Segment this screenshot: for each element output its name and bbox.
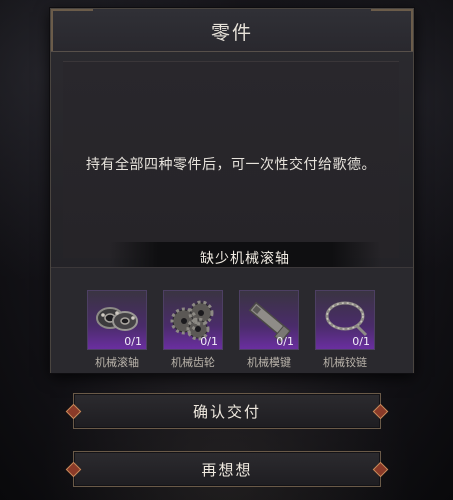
description-panel: 持有全部四种零件后，可一次性交付给歌德。 缺少机械滚轴 (63, 61, 399, 272)
confirm-delivery-label: 确认交付 (192, 403, 261, 421)
parts-panel: 0/1 机械滚轴 0/1 机械齿轮 0/1 机械模键 0/1 机械铰链 (51, 267, 413, 373)
part-label: 机械铰链 (323, 356, 367, 369)
part-label: 机械齿轮 (171, 356, 215, 369)
confirm-delivery-button[interactable]: 确认交付 (65, 393, 389, 429)
part-slot[interactable]: 0/1 (239, 290, 299, 350)
part-count: 0/1 (124, 335, 142, 348)
description-text: 持有全部四种零件后，可一次性交付给歌德。 (86, 157, 376, 173)
part-item-chain[interactable]: 0/1 机械铰链 (315, 290, 375, 370)
parts-list: 0/1 机械滚轴 0/1 机械齿轮 0/1 机械模键 0/1 机械铰链 (87, 290, 375, 370)
rethink-label: 再想想 (201, 461, 253, 479)
part-label: 机械模键 (247, 356, 291, 369)
parts-dialog: 零件 持有全部四种零件后，可一次性交付给歌德。 缺少机械滚轴 0/1 机械滚轴 … (50, 8, 414, 373)
part-count: 0/1 (200, 335, 218, 348)
part-item-gear[interactable]: 0/1 机械齿轮 (163, 290, 223, 370)
part-slot[interactable]: 0/1 (87, 290, 147, 350)
part-count: 0/1 (276, 335, 294, 348)
dialog-title: 零件 (210, 22, 253, 44)
rethink-button[interactable]: 再想想 (65, 451, 389, 487)
dialog-title-bar: 零件 (51, 9, 413, 52)
missing-status-text: 缺少机械滚轴 (200, 251, 290, 267)
part-item-key[interactable]: 0/1 机械模键 (239, 290, 299, 370)
part-slot[interactable]: 0/1 (163, 290, 223, 350)
part-item-roller[interactable]: 0/1 机械滚轴 (87, 290, 147, 370)
part-label: 机械滚轴 (95, 356, 139, 369)
part-slot[interactable]: 0/1 (315, 290, 375, 350)
part-count: 0/1 (352, 335, 370, 348)
